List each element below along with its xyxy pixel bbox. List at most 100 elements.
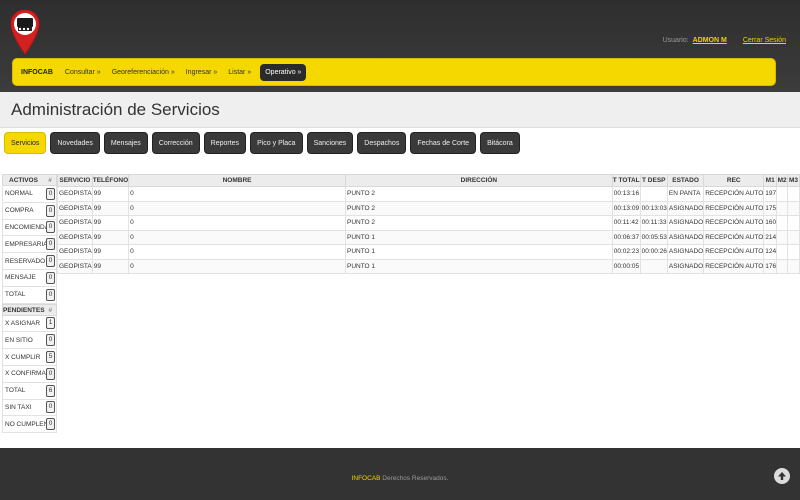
status-count-button[interactable]: 0 [46,401,55,414]
status-count-button[interactable]: 0 [46,418,55,431]
status-count-button[interactable]: 0 [46,204,55,217]
col-header-rec[interactable]: REC [703,174,765,187]
tab-reportes[interactable]: Reportes [203,132,247,154]
status-row-x-confirmar: X CONFIRMAR 0 [2,365,57,383]
table-row[interactable]: GEOPISTA 99 0 PUNTO 1 00:06:37 00:05:53 ASIGNA… [57,229,800,245]
status-row-reservado: RESERVADO 0 [2,253,57,270]
nav-item-listar[interactable]: Listar » [228,69,251,76]
tab-mensajes[interactable]: Mensajes [103,132,148,154]
cell-rec: RECEPCIÓN AUTO [703,244,765,260]
cell-servicio: GEOPISTA [57,229,93,245]
tab-servicios[interactable]: Servicios [4,132,47,154]
cell-m2 [776,215,789,231]
col-header-m2[interactable]: M2 [776,174,789,187]
status-count-button[interactable]: 0 [46,255,55,268]
nav-item-consultar[interactable]: Consultar » [65,69,101,76]
logout-link[interactable]: Cerrar Sesión [743,37,786,44]
tab-fechas-de-corte[interactable]: Fechas de Corte [410,132,477,154]
title-bar: Administración de Servicios [0,92,800,128]
cell-telefono: 99 [91,215,130,231]
cell-m2 [776,186,789,202]
cell-m2 [776,200,789,216]
nav-brand[interactable]: INFOCAB [21,69,53,76]
cell-m3 [787,244,800,260]
status-row-mensaje: MENSAJE 0 [2,269,57,287]
cell-m1: 214 [763,229,778,245]
col-header-m1[interactable]: M1 [763,174,778,187]
pendientes-header: PENDIENTES # [2,303,57,316]
services-grid-wrapper: SERVICIO TELÉFONO NOMBRE DIRECCIÓN T TOT… [57,174,800,274]
cell-t-total: 00:00:05 [611,258,641,274]
taxi-pin-logo-icon[interactable] [10,9,40,55]
status-row-total-activos: TOTAL 0 [2,286,57,304]
status-row-no-cumplen: NO CUMPLEN 0 [2,416,57,434]
status-row-sin-taxi: SIN TAXI 0 [2,399,57,417]
pendientes-hash: # [48,306,53,314]
table-row[interactable]: GEOPISTA 99 0 PUNTO 2 00:13:16 EN PANTA RECEPC… [57,186,800,202]
status-count-button[interactable]: 5 [46,351,55,364]
services-grid: SERVICIO TELÉFONO NOMBRE DIRECCIÓN T TOT… [57,174,800,274]
tab-correccion[interactable]: Corrección [151,132,200,154]
cell-nombre: 0 [128,229,346,245]
tab-novedades[interactable]: Novedades [50,132,100,154]
table-row[interactable]: GEOPISTA 99 0 PUNTO 1 00:02:23 00:00:26 ASIGNA… [57,244,800,260]
col-header-servicio[interactable]: SERVICIO [57,174,93,187]
user-name-link[interactable]: ADMON M [693,37,727,44]
status-label: EMPRESARIAL [5,240,46,248]
cell-t-total: 00:13:16 [611,186,641,202]
tab-bitacora[interactable]: Bitácora [480,132,520,154]
status-label: EN SITIO [5,336,33,344]
col-header-t-total[interactable]: T TOTAL [611,174,641,187]
col-header-m3[interactable]: M3 [787,174,800,187]
cell-telefono: 99 [91,229,130,245]
cell-servicio: GEOPISTA [57,200,93,216]
status-label: COMPRA [5,207,34,215]
col-header-nombre[interactable]: NOMBRE [128,174,346,187]
cell-direccion: PUNTO 1 [344,229,613,245]
status-count-button[interactable]: 6 [46,384,55,397]
col-header-direccion[interactable]: DIRECCIÓN [344,174,613,187]
status-count-button[interactable]: 0 [46,367,55,380]
table-row[interactable]: GEOPISTA 99 0 PUNTO 2 00:13:09 00:13:03 ASIGNA… [57,200,800,216]
cell-m1: 175 [763,200,778,216]
nav-item-operativo[interactable]: Operativo » [260,63,307,81]
cell-m3 [787,215,800,231]
nav-item-georeferenciacion[interactable]: Georeferenciación » [112,69,175,76]
table-row[interactable]: GEOPISTA 99 0 PUNTO 1 00:00:05 ASIGNADO RECEPC… [57,258,800,274]
status-count-button[interactable]: 0 [46,238,55,251]
tab-sanciones[interactable]: Sanciones [306,132,354,154]
scroll-top-button[interactable] [774,468,790,484]
nav-item-ingresar[interactable]: Ingresar » [186,69,218,76]
cell-estado: ASIGNADO [666,229,705,245]
cell-m1: 160 [763,215,778,231]
tab-pico-y-placa[interactable]: Pico y Placa [250,132,303,154]
col-header-telefono[interactable]: TELÉFONO [91,174,130,187]
user-area: Usuario: ADMON M Cerrar Sesión [663,37,786,44]
status-count-button[interactable]: 0 [46,271,55,284]
cell-t-desp: 00:05:53 [639,229,668,245]
status-count-button[interactable]: 0 [46,221,55,234]
cell-rec: RECEPCIÓN AUTO [703,229,765,245]
pendientes-title: PENDIENTES [3,306,45,314]
cell-m3 [787,200,800,216]
status-label: RESERVADO [5,257,46,265]
status-row-empresarial: EMPRESARIAL0 [2,236,57,254]
col-header-t-desp[interactable]: T DESP [639,174,668,187]
cell-nombre: 0 [128,215,346,231]
status-count-button[interactable]: 1 [46,317,55,330]
cell-t-desp: 00:11:33 [639,215,668,231]
cell-m3 [787,258,800,274]
table-row[interactable]: GEOPISTA 99 0 PUNTO 2 00:11:42 00:11:33 ASIGNA… [57,215,800,231]
cell-servicio: GEOPISTA [57,215,93,231]
status-count-button[interactable]: 0 [46,187,55,200]
tab-despachos[interactable]: Despachos [357,132,407,154]
cell-direccion: PUNTO 1 [344,244,613,260]
col-header-estado[interactable]: ESTADO [666,174,705,187]
cell-telefono: 99 [91,258,130,274]
activos-hash: # [48,177,52,184]
cell-t-desp: 00:13:03 [639,200,668,216]
status-row-encomienda: ENCOMIENDA 0 [2,219,57,237]
status-count-button[interactable]: 0 [46,334,55,347]
cell-direccion: PUNTO 1 [344,258,613,274]
status-count-button[interactable]: 0 [46,288,55,301]
